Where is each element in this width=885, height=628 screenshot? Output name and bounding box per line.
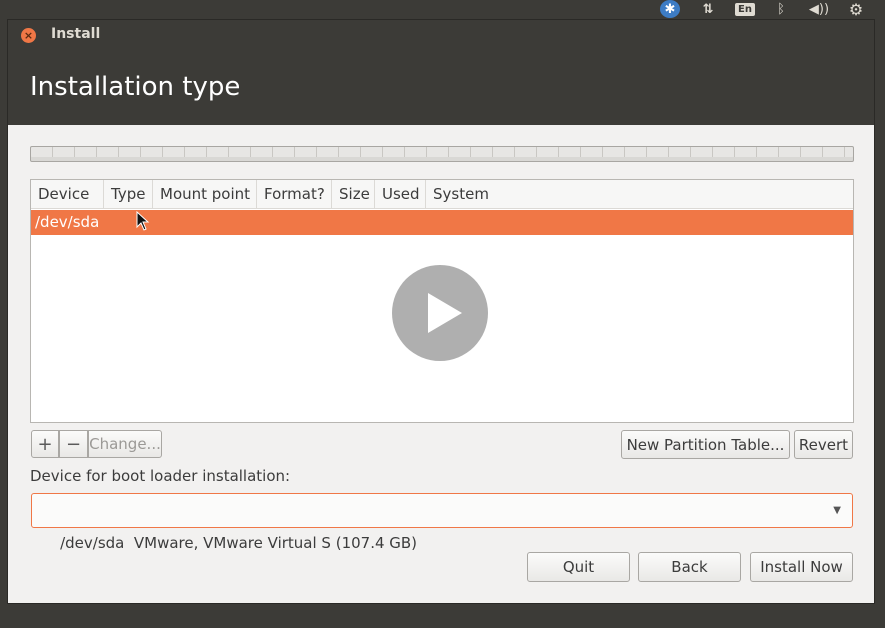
column-header-format[interactable]: Format? xyxy=(257,180,332,209)
bootloader-label: Device for boot loader installation: xyxy=(30,467,291,485)
column-header-type[interactable]: Type xyxy=(104,180,153,209)
page-header: Installation type xyxy=(8,50,874,125)
title-bar: × Install xyxy=(8,20,874,50)
install-now-button[interactable]: Install Now xyxy=(750,552,853,582)
top-panel: ✱ ⇅ En ᛒ ◀)) ⚙ xyxy=(0,0,885,19)
table-header: Device Type Mount point Format? Size Use… xyxy=(31,180,853,209)
revert-button[interactable]: Revert xyxy=(794,430,853,459)
bluetooth-icon[interactable]: ᛒ xyxy=(773,0,789,18)
add-partition-button[interactable]: + xyxy=(31,430,59,458)
volume-icon[interactable]: ◀)) xyxy=(806,0,832,18)
keyboard-layout-label: En xyxy=(735,2,755,16)
bootloader-selected-value: /dev/sda VMware, VMware Virtual S (107.4… xyxy=(60,534,418,552)
row-device-cell: /dev/sda xyxy=(35,213,100,231)
change-partition-button[interactable]: Change... xyxy=(88,430,162,458)
gear-icon[interactable]: ⚙ xyxy=(845,0,867,19)
dropdown-arrow-icon: ▼ xyxy=(833,505,841,516)
keyboard-layout-indicator[interactable]: En xyxy=(733,0,757,18)
new-partition-table-button[interactable]: New Partition Table... xyxy=(621,430,790,459)
column-header-device[interactable]: Device xyxy=(31,180,104,209)
page-title: Installation type xyxy=(30,72,241,102)
column-header-size[interactable]: Size xyxy=(332,180,375,209)
bottom-bar xyxy=(0,604,885,628)
partition-bar xyxy=(30,146,854,162)
window-title: Install xyxy=(51,26,101,42)
quit-button[interactable]: Quit xyxy=(527,552,630,582)
column-header-mount-point[interactable]: Mount point xyxy=(153,180,257,209)
play-icon[interactable] xyxy=(392,265,488,361)
network-transfer-icon[interactable]: ⇅ xyxy=(698,0,718,18)
accessibility-icon[interactable]: ✱ xyxy=(659,0,681,18)
column-header-used[interactable]: Used xyxy=(375,180,426,209)
bootloader-device-select[interactable]: /dev/sda VMware, VMware Virtual S (107.4… xyxy=(31,493,853,552)
remove-partition-button[interactable]: − xyxy=(59,430,88,458)
mouse-cursor-icon xyxy=(136,211,150,231)
column-header-system[interactable]: System xyxy=(426,180,855,209)
back-button[interactable]: Back xyxy=(638,552,741,582)
table-row[interactable]: /dev/sda xyxy=(31,210,853,235)
close-icon[interactable]: × xyxy=(21,28,36,43)
